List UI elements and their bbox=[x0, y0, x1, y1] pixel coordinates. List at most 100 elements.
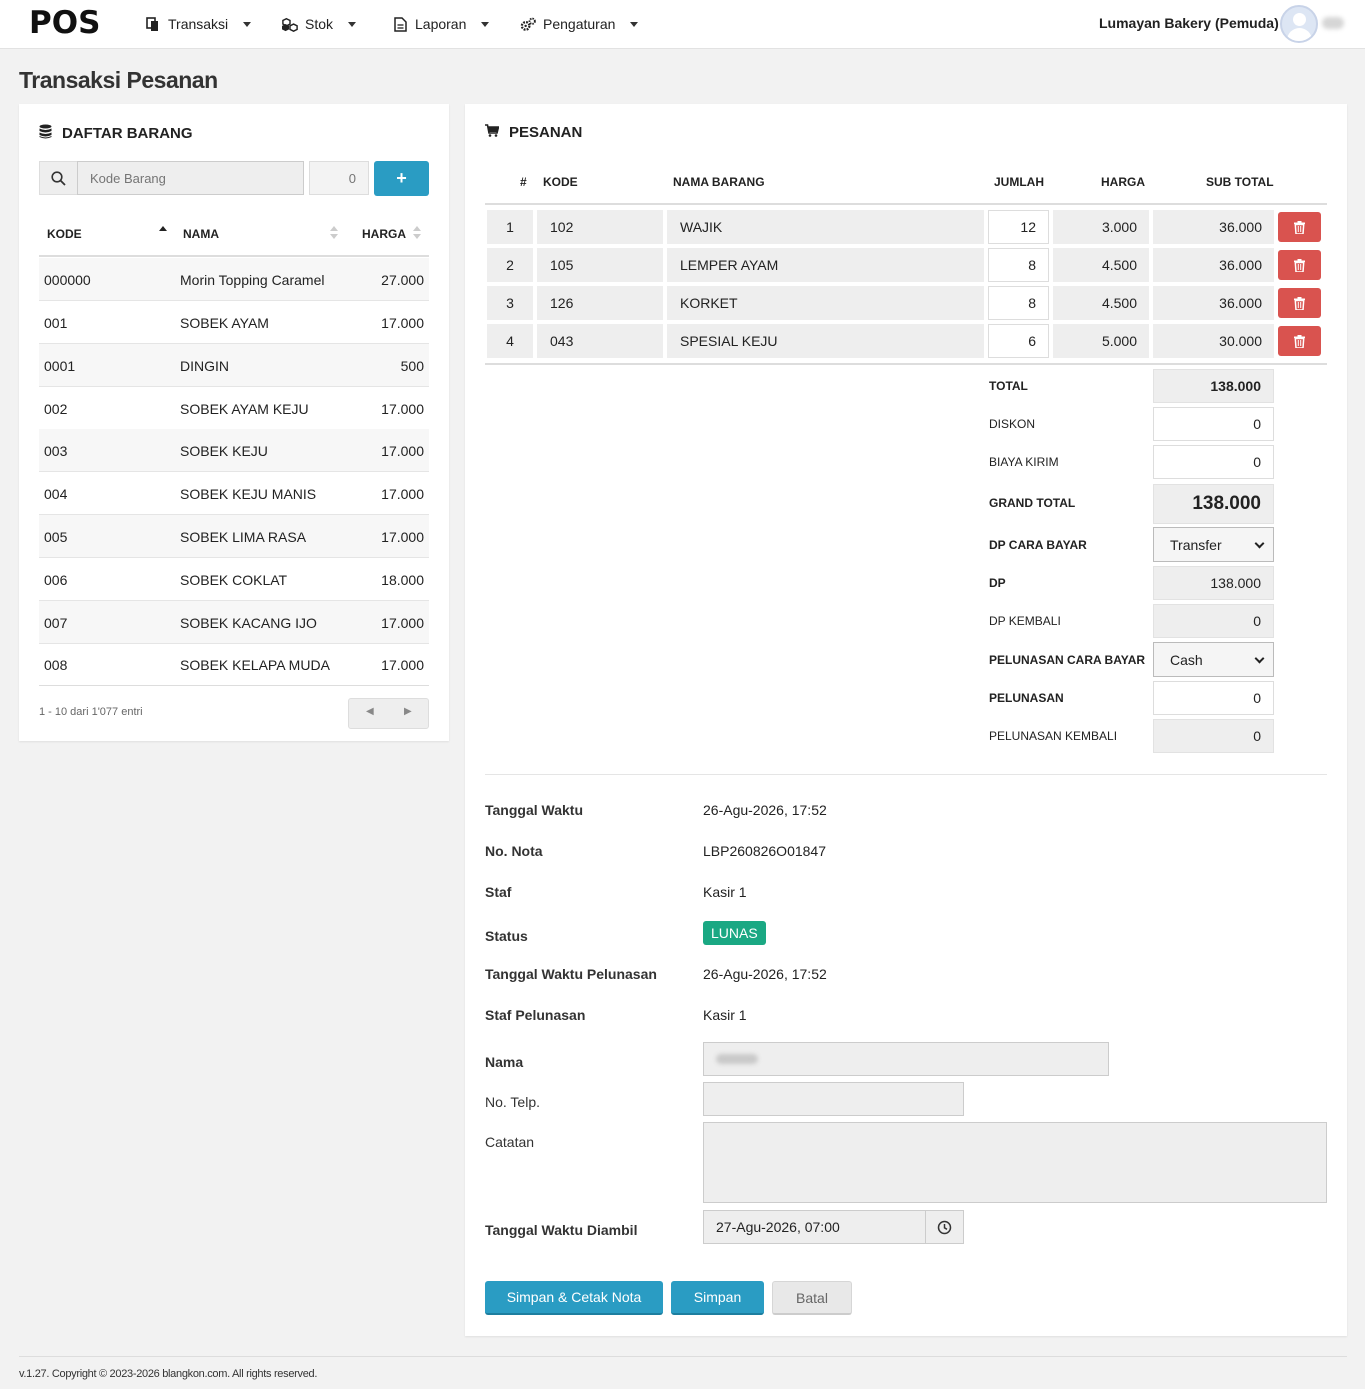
tanggal-waktu-label: Tanggal Waktu bbox=[485, 802, 583, 818]
search-input[interactable] bbox=[77, 161, 304, 195]
column-header-kode[interactable]: KODE bbox=[47, 227, 82, 241]
cancel-button[interactable]: Batal bbox=[772, 1281, 852, 1315]
nav-stok[interactable]: Stok bbox=[282, 16, 357, 32]
cell-harga: 5.000 bbox=[1053, 324, 1149, 358]
table-row[interactable]: 002 SOBEK AYAM KEJU 17.000 bbox=[39, 387, 429, 430]
brand-logo[interactable]: POS bbox=[29, 5, 100, 41]
table-row[interactable]: 008 SOBEK KELAPA MUDA 17.000 bbox=[39, 643, 429, 686]
column-header-harga[interactable]: HARGA bbox=[362, 227, 406, 241]
status-label: Status bbox=[485, 928, 528, 944]
cell-kode: 006 bbox=[44, 572, 68, 588]
cell-harga: 500 bbox=[400, 358, 424, 374]
telp-label: No. Telp. bbox=[485, 1094, 540, 1110]
delete-row-button[interactable] bbox=[1278, 288, 1321, 318]
prev-page-icon[interactable]: ◀ bbox=[366, 706, 374, 717]
save-button[interactable]: Simpan bbox=[671, 1281, 764, 1315]
diskon-label: DISKON bbox=[989, 417, 1036, 431]
table-row[interactable]: 000000 Morin Topping Caramel 27.000 bbox=[39, 258, 429, 301]
total-value: 138.000 bbox=[1153, 369, 1274, 403]
pelunasan-input[interactable]: 0 bbox=[1153, 681, 1274, 715]
cell-harga: 17.000 bbox=[381, 529, 424, 545]
dp-cara-bayar-label: DP CARA BAYAR bbox=[989, 538, 1087, 552]
order-panel: PESANAN # KODE NAMA BARANG JUMLAH HARGA … bbox=[465, 104, 1347, 1336]
cell-no: 4 bbox=[487, 324, 533, 358]
column-header-nama[interactable]: NAMA bbox=[183, 227, 219, 241]
sort-icon[interactable] bbox=[330, 226, 338, 240]
cell-harga: 17.000 bbox=[381, 443, 424, 459]
trash-icon bbox=[1294, 258, 1305, 272]
nama-blurred-value bbox=[716, 1054, 758, 1064]
cell-nama: SOBEK KELAPA MUDA bbox=[180, 657, 330, 673]
tanggal-pelunasan-label: Tanggal Waktu Pelunasan bbox=[485, 966, 657, 982]
next-page-icon[interactable]: ▶ bbox=[404, 706, 412, 717]
catatan-textarea[interactable] bbox=[703, 1122, 1327, 1203]
cell-subtotal: 36.000 bbox=[1153, 210, 1274, 244]
table-row[interactable]: 0001 DINGIN 500 bbox=[39, 344, 429, 387]
nav-transaksi[interactable]: Transaksi bbox=[145, 16, 252, 32]
nav-transaksi-label: Transaksi bbox=[168, 16, 229, 32]
delete-row-button[interactable] bbox=[1278, 250, 1321, 280]
quantity-input[interactable] bbox=[309, 161, 369, 195]
store-name[interactable]: Lumayan Bakery (Pemuda) bbox=[1099, 15, 1279, 31]
quantity-input[interactable]: 8 bbox=[988, 286, 1049, 320]
table-row[interactable]: 003 SOBEK KEJU 17.000 bbox=[39, 429, 429, 472]
trash-icon bbox=[1294, 334, 1305, 348]
table-row[interactable]: 005 SOBEK LIMA RASA 17.000 bbox=[39, 515, 429, 558]
nav-laporan[interactable]: Laporan bbox=[392, 16, 490, 32]
cubes-icon bbox=[282, 16, 298, 32]
tanggal-pelunasan-value: 26-Agu-2026, 17:52 bbox=[703, 966, 827, 982]
avatar[interactable] bbox=[1280, 5, 1318, 43]
no-nota-value: LBP260826O01847 bbox=[703, 843, 826, 859]
search-icon bbox=[39, 161, 77, 195]
diambil-label: Tanggal Waktu Diambil bbox=[485, 1222, 638, 1238]
nama-input[interactable] bbox=[703, 1042, 1109, 1076]
table-row[interactable]: 006 SOBEK COKLAT 18.000 bbox=[39, 558, 429, 601]
pelunasan-cara-bayar-value: Cash bbox=[1170, 651, 1203, 668]
divider bbox=[19, 1356, 1347, 1357]
chevron-down-icon bbox=[348, 21, 357, 27]
diambil-input[interactable]: 27-Agu-2026, 07:00 bbox=[703, 1210, 926, 1244]
pagination: ◀ ▶ bbox=[348, 698, 429, 729]
pelunasan-cara-bayar-select[interactable]: Cash bbox=[1153, 642, 1274, 677]
cell-nama: SOBEK LIMA RASA bbox=[180, 529, 307, 545]
no-nota-label: No. Nota bbox=[485, 843, 543, 859]
sort-icon[interactable] bbox=[413, 226, 421, 240]
diskon-input[interactable]: 0 bbox=[1153, 407, 1274, 441]
pelunasan-kembali-value: 0 bbox=[1153, 719, 1274, 753]
quantity-input[interactable]: 6 bbox=[988, 324, 1049, 358]
cell-nama: WAJIK bbox=[667, 210, 984, 244]
quantity-input[interactable]: 8 bbox=[988, 248, 1049, 282]
cell-harga: 17.000 bbox=[381, 401, 424, 417]
save-print-button[interactable]: Simpan & Cetak Nota bbox=[485, 1281, 663, 1315]
chevron-down-icon bbox=[1254, 538, 1265, 549]
delete-row-button[interactable] bbox=[1278, 212, 1321, 242]
nama-label: Nama bbox=[485, 1054, 524, 1070]
delete-row-button[interactable] bbox=[1278, 326, 1321, 356]
table-row[interactable]: 004 SOBEK KEJU MANIS 17.000 bbox=[39, 472, 429, 515]
user-name-blurred[interactable] bbox=[1322, 17, 1344, 29]
staf-label: Staf bbox=[485, 884, 512, 900]
quantity-input[interactable]: 12 bbox=[988, 210, 1049, 244]
clock-icon[interactable] bbox=[926, 1210, 964, 1244]
copyright: v.1.27. Copyright © 2023-2026 blangkon.c… bbox=[19, 1368, 318, 1380]
sort-asc-icon[interactable] bbox=[159, 226, 167, 240]
divider bbox=[485, 774, 1327, 775]
item-table-header: KODE NAMA HARGA bbox=[39, 212, 429, 257]
column-header-no: # bbox=[520, 175, 527, 189]
column-header-harga: HARGA bbox=[1101, 175, 1145, 189]
table-row[interactable]: 007 SOBEK KACANG IJO 17.000 bbox=[39, 601, 429, 644]
cell-harga: 18.000 bbox=[381, 572, 424, 588]
add-item-button[interactable]: + bbox=[374, 161, 429, 196]
telp-input[interactable] bbox=[703, 1082, 964, 1116]
biaya-kirim-input[interactable]: 0 bbox=[1153, 445, 1274, 479]
cell-kode: 004 bbox=[44, 486, 68, 502]
column-header-kode: KODE bbox=[543, 175, 578, 189]
status-badge: LUNAS bbox=[703, 921, 766, 945]
cell-kode: 003 bbox=[44, 443, 68, 459]
table-row[interactable]: 001 SOBEK AYAM 17.000 bbox=[39, 301, 429, 344]
database-icon bbox=[39, 124, 52, 143]
nav-pengaturan[interactable]: Pengaturan bbox=[520, 16, 639, 32]
biaya-kirim-label: BIAYA KIRIM bbox=[989, 455, 1059, 469]
dp-cara-bayar-select[interactable]: Transfer bbox=[1153, 527, 1274, 562]
item-list-title: DAFTAR BARANG bbox=[39, 124, 193, 143]
